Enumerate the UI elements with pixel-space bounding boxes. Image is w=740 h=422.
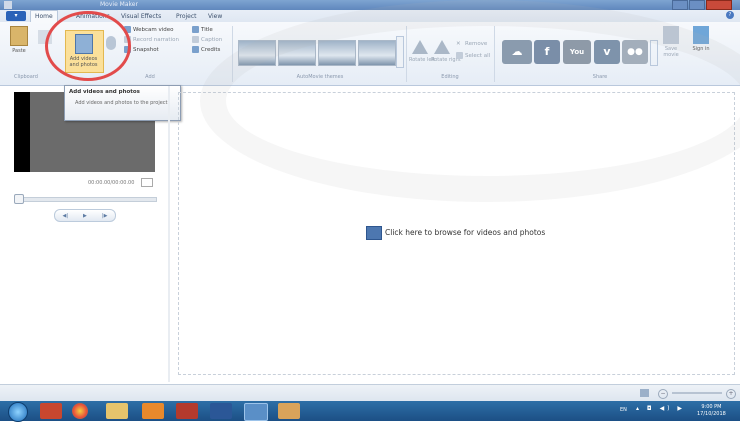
photo-icon[interactable] bbox=[366, 226, 382, 240]
seek-handle[interactable] bbox=[14, 194, 24, 204]
start-button[interactable] bbox=[8, 402, 28, 422]
tooltip-description: Add videos and photos to the project. bbox=[75, 100, 170, 106]
status-bar bbox=[0, 384, 740, 402]
preview-letterbox bbox=[14, 92, 30, 172]
clipboard-icon bbox=[10, 26, 28, 46]
highlight-circle bbox=[45, 11, 131, 81]
paste-button[interactable]: Paste bbox=[8, 26, 30, 54]
file-explorer-icon[interactable] bbox=[106, 403, 128, 419]
title-button[interactable]: Title bbox=[192, 26, 213, 35]
acrobat-icon[interactable] bbox=[176, 403, 198, 419]
minimize-button[interactable] bbox=[672, 0, 688, 10]
play-icon[interactable]: ▶ bbox=[83, 213, 87, 219]
window-title: Movie Maker bbox=[100, 1, 138, 8]
quick-access-icon[interactable] bbox=[4, 1, 12, 9]
movie-maker-task-icon[interactable] bbox=[244, 403, 268, 421]
select-all-button[interactable]: Select all bbox=[456, 52, 490, 61]
rotate-left-icon[interactable] bbox=[412, 40, 428, 54]
credits-icon bbox=[192, 46, 199, 53]
zoom-slider[interactable] bbox=[672, 392, 722, 394]
window-controls bbox=[671, 0, 732, 10]
share-scroll-button[interactable] bbox=[650, 40, 658, 66]
onedrive-icon[interactable]: ☁ bbox=[502, 40, 532, 64]
theme-thumbnail[interactable] bbox=[358, 40, 396, 66]
clock-date: 17/10/2018 bbox=[697, 411, 726, 417]
caption-button[interactable]: Caption bbox=[192, 36, 222, 45]
theme-thumbnail[interactable] bbox=[318, 40, 356, 66]
theme-thumbnail[interactable] bbox=[278, 40, 316, 66]
facebook-icon[interactable]: f bbox=[534, 40, 560, 64]
previous-frame-icon[interactable]: ◀| bbox=[63, 213, 69, 219]
webcam-video-button[interactable]: Webcam video bbox=[124, 26, 174, 35]
group-separator bbox=[232, 26, 233, 82]
thumbnail-size-icon[interactable] bbox=[640, 389, 649, 397]
timecode: 00:00.00/00:00.00 bbox=[88, 180, 135, 186]
language-indicator[interactable]: EN bbox=[620, 407, 627, 413]
clock-time: 9:00 PM bbox=[701, 404, 722, 410]
youtube-icon[interactable]: You bbox=[563, 40, 591, 64]
flickr-icon[interactable]: ●● bbox=[622, 40, 648, 64]
remove-button[interactable]: ✕ Remove bbox=[456, 40, 487, 49]
playback-controls: ◀| ▶ |▶ bbox=[54, 209, 116, 222]
x-icon: ✕ bbox=[456, 41, 461, 47]
tab-view[interactable]: View bbox=[204, 11, 226, 22]
clock[interactable]: 9:00 PM 17/10/2018 bbox=[697, 404, 726, 418]
help-icon[interactable]: ? bbox=[726, 11, 734, 19]
vlc-icon[interactable] bbox=[142, 403, 164, 419]
select-all-icon bbox=[456, 52, 463, 59]
theme-thumbnail[interactable] bbox=[238, 40, 276, 66]
zoom-in-button[interactable]: + bbox=[726, 389, 736, 399]
share-group-label: Share bbox=[592, 74, 608, 80]
close-button[interactable] bbox=[706, 0, 732, 10]
user-icon bbox=[693, 26, 709, 44]
fullscreen-icon[interactable] bbox=[141, 178, 153, 187]
sign-in-button[interactable]: Sign in bbox=[690, 26, 712, 52]
tooltip-title: Add videos and photos bbox=[69, 89, 140, 95]
credits-button[interactable]: Credits bbox=[192, 46, 220, 55]
zoom-out-button[interactable]: − bbox=[658, 389, 668, 399]
group-separator bbox=[494, 26, 495, 82]
record-narration-button[interactable]: Record narration bbox=[124, 36, 179, 45]
paint-icon[interactable] bbox=[278, 403, 300, 419]
pane-splitter[interactable] bbox=[168, 86, 170, 382]
title-icon bbox=[192, 26, 199, 33]
file-menu-button[interactable]: ▾ bbox=[6, 11, 26, 21]
next-frame-icon[interactable]: |▶ bbox=[102, 213, 108, 219]
group-separator bbox=[406, 26, 407, 82]
system-tray-icons[interactable]: ▴ ◘ ◀) ▶ bbox=[636, 405, 685, 412]
seek-bar[interactable] bbox=[14, 197, 157, 202]
clipboard-group-label: Clipboard bbox=[14, 74, 38, 80]
caption-icon bbox=[192, 36, 199, 43]
word-icon[interactable] bbox=[210, 403, 232, 419]
rotate-right-icon[interactable] bbox=[434, 40, 450, 54]
tab-visual-effects[interactable]: Visual Effects bbox=[117, 11, 165, 22]
vimeo-icon[interactable]: v bbox=[594, 40, 620, 64]
add-group-label: Add bbox=[145, 74, 155, 80]
maximize-button[interactable] bbox=[689, 0, 705, 10]
themes-group-label: AutoMovie themes bbox=[296, 74, 344, 80]
chrome-icon[interactable] bbox=[72, 403, 88, 419]
editing-group-label: Editing bbox=[441, 74, 459, 80]
browse-link[interactable]: Click here to browse for videos and phot… bbox=[385, 228, 545, 237]
save-movie-icon bbox=[663, 26, 679, 44]
powerpoint-icon[interactable] bbox=[40, 403, 62, 419]
themes-scroll-button[interactable] bbox=[396, 36, 404, 68]
tooltip: Add videos and photos Add videos and pho… bbox=[64, 85, 181, 121]
save-movie-button[interactable]: Save movie bbox=[660, 26, 682, 58]
tab-project[interactable]: Project bbox=[172, 11, 201, 22]
